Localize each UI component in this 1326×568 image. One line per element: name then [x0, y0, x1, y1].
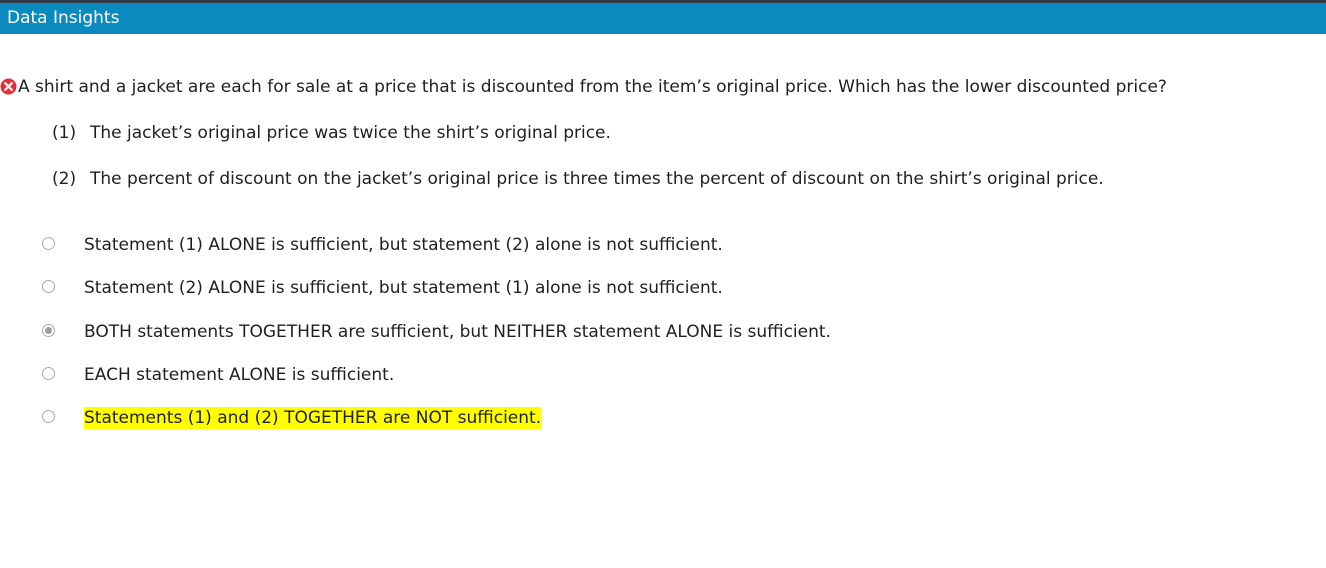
statement-text: The jacket’s original price was twice th…	[90, 123, 611, 143]
section-header: Data Insights	[0, 3, 1326, 34]
radio-button[interactable]	[42, 367, 55, 380]
choice-label[interactable]: EACH statement ALONE is sufficient.	[84, 364, 394, 386]
answer-choice-b[interactable]: Statement (2) ALONE is sufficient, but s…	[42, 277, 1242, 299]
choice-label[interactable]: Statement (1) ALONE is sufficient, but s…	[84, 234, 723, 256]
radio-button[interactable]	[42, 324, 55, 337]
radio-button[interactable]	[42, 237, 55, 250]
statement-number: (1)	[52, 123, 77, 143]
incorrect-x-icon	[0, 78, 17, 95]
section-title: Data Insights	[7, 8, 120, 28]
statement-2: (2) The percent of discount on the jacket…	[52, 168, 1104, 190]
question-stem: A shirt and a jacket are each for sale a…	[0, 76, 1326, 98]
answer-choice-c[interactable]: BOTH statements TOGETHER are sufficient,…	[42, 321, 1242, 343]
answer-choice-d[interactable]: EACH statement ALONE is sufficient.	[42, 364, 1242, 386]
radio-button[interactable]	[42, 280, 55, 293]
choice-label[interactable]: Statement (2) ALONE is sufficient, but s…	[84, 277, 723, 299]
statement-text: The percent of discount on the jacket’s …	[90, 169, 1104, 189]
choice-label[interactable]: Statements (1) and (2) TOGETHER are NOT …	[84, 407, 542, 429]
answer-choice-e[interactable]: Statements (1) and (2) TOGETHER are NOT …	[42, 407, 1242, 429]
choice-label[interactable]: BOTH statements TOGETHER are sufficient,…	[84, 321, 831, 343]
radio-button[interactable]	[42, 410, 55, 423]
question-text: A shirt and a jacket are each for sale a…	[18, 77, 1167, 97]
statement-number: (2)	[52, 169, 77, 189]
statement-1: (1) The jacket’s original price was twice…	[52, 122, 611, 144]
answer-choice-a[interactable]: Statement (1) ALONE is sufficient, but s…	[42, 234, 1242, 256]
